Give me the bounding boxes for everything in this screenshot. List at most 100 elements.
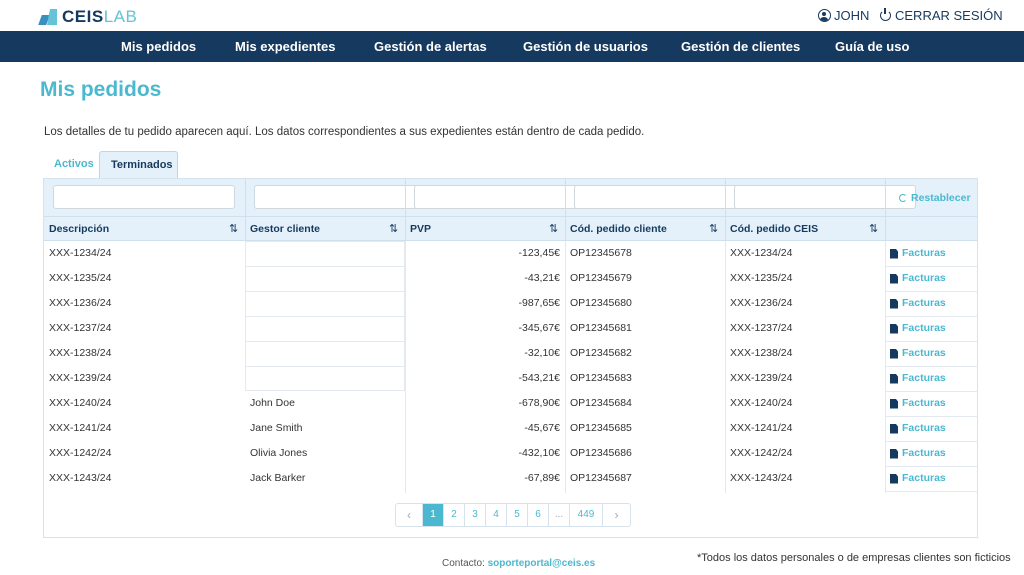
table-row[interactable]: XXX-1238/24 -32,10€ OP12345682 XXX-1238/… xyxy=(44,341,977,366)
cell-cod-ceis: XXX-1236/24 xyxy=(730,297,793,309)
cell-gestor: John Doe xyxy=(250,397,295,409)
cell-cod-cliente: OP12345686 xyxy=(570,447,632,459)
facturas-link[interactable]: Facturas xyxy=(890,441,946,466)
pagination-next-button[interactable]: › xyxy=(603,504,630,526)
cell-pvp: -987,65€ xyxy=(518,297,560,309)
table-row[interactable]: XXX-1237/24 -345,67€ OP12345681 XXX-1237… xyxy=(44,316,977,341)
pagination-ellipsis: ... xyxy=(549,504,570,526)
cell-pvp: -123,45€ xyxy=(518,247,560,259)
pagination-prev-button[interactable]: ‹ xyxy=(396,504,423,526)
column-divider xyxy=(885,179,886,241)
cell-descripcion: XXX-1242/24 xyxy=(49,447,112,459)
column-divider xyxy=(725,179,726,241)
pdf-icon xyxy=(890,423,898,434)
nav-item-mis-expedientes[interactable]: Mis expedientes xyxy=(235,31,335,62)
pagination-page-last[interactable]: 449 xyxy=(570,504,603,526)
filter-pvp-input[interactable] xyxy=(414,185,596,209)
facturas-label: Facturas xyxy=(902,272,946,284)
pdf-icon xyxy=(890,398,898,409)
logo-mark-icon xyxy=(38,9,58,25)
facturas-link[interactable]: Facturas xyxy=(890,291,946,316)
filter-descripcion-input[interactable] xyxy=(53,185,235,209)
facturas-label: Facturas xyxy=(902,347,946,359)
facturas-link[interactable]: Facturas xyxy=(890,266,946,291)
cell-cod-ceis: XXX-1241/24 xyxy=(730,422,793,434)
table-row[interactable]: XXX-1234/24 -123,45€ OP12345678 XXX-1234… xyxy=(44,241,977,266)
power-icon xyxy=(880,8,891,21)
pdf-icon xyxy=(890,473,898,484)
pdf-icon xyxy=(890,298,898,309)
facturas-link[interactable]: Facturas xyxy=(890,341,946,366)
table-row[interactable]: XXX-1235/24 -43,21€ OP12345679 XXX-1235/… xyxy=(44,266,977,291)
sort-icon[interactable]: ⇅ xyxy=(869,217,878,242)
facturas-link[interactable]: Facturas xyxy=(890,366,946,391)
cell-cod-ceis: XXX-1239/24 xyxy=(730,372,793,384)
tab-terminados[interactable]: Terminados xyxy=(99,151,178,178)
reset-filters-button[interactable]: Restablecer xyxy=(899,192,971,204)
table-row[interactable]: XXX-1243/24 Jack Barker -67,89€ OP123456… xyxy=(44,466,977,491)
sort-icon[interactable]: ⇅ xyxy=(549,217,558,242)
contact-email-link[interactable]: soporteportal@ceis.es xyxy=(488,558,596,569)
nav-item-guia-uso[interactable]: Guía de uso xyxy=(835,31,909,62)
filter-cod-ceis-input[interactable] xyxy=(734,185,916,209)
cell-descripcion: XXX-1241/24 xyxy=(49,422,112,434)
table-row[interactable]: XXX-1239/24 -543,21€ OP12345683 XXX-1239… xyxy=(44,366,977,391)
logout-button[interactable]: CERRAR SESIÓN xyxy=(880,8,1003,23)
pdf-icon xyxy=(890,448,898,459)
cell-pvp: -43,21€ xyxy=(524,272,560,284)
facturas-link[interactable]: Facturas xyxy=(890,241,946,266)
filter-gestor-input[interactable] xyxy=(254,185,436,209)
column-header-cod-ceis: Cód. pedido CEIS xyxy=(730,223,819,235)
facturas-label: Facturas xyxy=(902,372,946,384)
table-row[interactable]: XXX-1240/24 John Doe -678,90€ OP12345684… xyxy=(44,391,977,416)
pagination-page-3[interactable]: 3 xyxy=(465,504,486,526)
facturas-link[interactable]: Facturas xyxy=(890,316,946,341)
cell-descripcion: XXX-1234/24 xyxy=(49,247,112,259)
facturas-link[interactable]: Facturas xyxy=(890,466,946,491)
table-row[interactable]: XXX-1242/24 Olivia Jones -432,10€ OP1234… xyxy=(44,441,977,466)
cell-cod-ceis: XXX-1238/24 xyxy=(730,347,793,359)
pagination: ‹ 1 2 3 4 5 6 ... 449 › xyxy=(395,503,631,527)
sort-icon[interactable]: ⇅ xyxy=(389,217,398,242)
user-icon xyxy=(818,9,831,22)
sort-icon[interactable]: ⇅ xyxy=(709,217,718,242)
nav-item-gestion-alertas[interactable]: Gestión de alertas xyxy=(374,31,487,62)
nav-item-gestion-clientes[interactable]: Gestión de clientes xyxy=(681,31,800,62)
ceislab-logo[interactable]: CEIS LAB xyxy=(38,7,137,27)
column-header-descripcion: Descripción xyxy=(49,223,110,235)
facturas-label: Facturas xyxy=(902,422,946,434)
pagination-page-5[interactable]: 5 xyxy=(507,504,528,526)
filter-cod-cliente-input[interactable] xyxy=(574,185,756,209)
cell-cod-ceis: XXX-1237/24 xyxy=(730,322,793,334)
column-divider xyxy=(565,179,566,241)
user-menu[interactable]: JOHN xyxy=(818,8,869,23)
cell-cod-cliente: OP12345687 xyxy=(570,472,632,484)
cell-descripcion: XXX-1235/24 xyxy=(49,272,112,284)
column-header-gestor: Gestor cliente xyxy=(250,223,321,235)
cell-pvp: -432,10€ xyxy=(518,447,560,459)
tab-activos[interactable]: Activos xyxy=(43,151,105,178)
facturas-label: Facturas xyxy=(902,447,946,459)
pdf-icon xyxy=(890,373,898,384)
pagination-page-1[interactable]: 1 xyxy=(423,504,444,526)
facturas-link[interactable]: Facturas xyxy=(890,416,946,441)
cell-cod-cliente: OP12345678 xyxy=(570,247,632,259)
nav-item-gestion-usuarios[interactable]: Gestión de usuarios xyxy=(523,31,648,62)
table-row[interactable]: XXX-1236/24 -987,65€ OP12345680 XXX-1236… xyxy=(44,291,977,316)
pdf-icon xyxy=(890,273,898,284)
top-bar: CEIS LAB JOHN CERRAR SESIÓN xyxy=(0,0,1024,31)
cell-pvp: -45,67€ xyxy=(524,422,560,434)
filter-row: Restablecer xyxy=(44,179,977,216)
cell-gestor: Olivia Jones xyxy=(250,447,308,459)
sort-icon[interactable]: ⇅ xyxy=(229,217,238,242)
pagination-page-6[interactable]: 6 xyxy=(528,504,549,526)
contact-label: Contacto: xyxy=(442,558,485,569)
column-header-pvp: PVP xyxy=(410,223,432,235)
cell-cod-cliente: OP12345680 xyxy=(570,297,632,309)
nav-item-mis-pedidos[interactable]: Mis pedidos xyxy=(121,31,196,62)
cell-cod-cliente: OP12345683 xyxy=(570,372,632,384)
facturas-link[interactable]: Facturas xyxy=(890,391,946,416)
table-row[interactable]: XXX-1241/24 Jane Smith -45,67€ OP1234568… xyxy=(44,416,977,441)
pagination-page-2[interactable]: 2 xyxy=(444,504,465,526)
pagination-page-4[interactable]: 4 xyxy=(486,504,507,526)
